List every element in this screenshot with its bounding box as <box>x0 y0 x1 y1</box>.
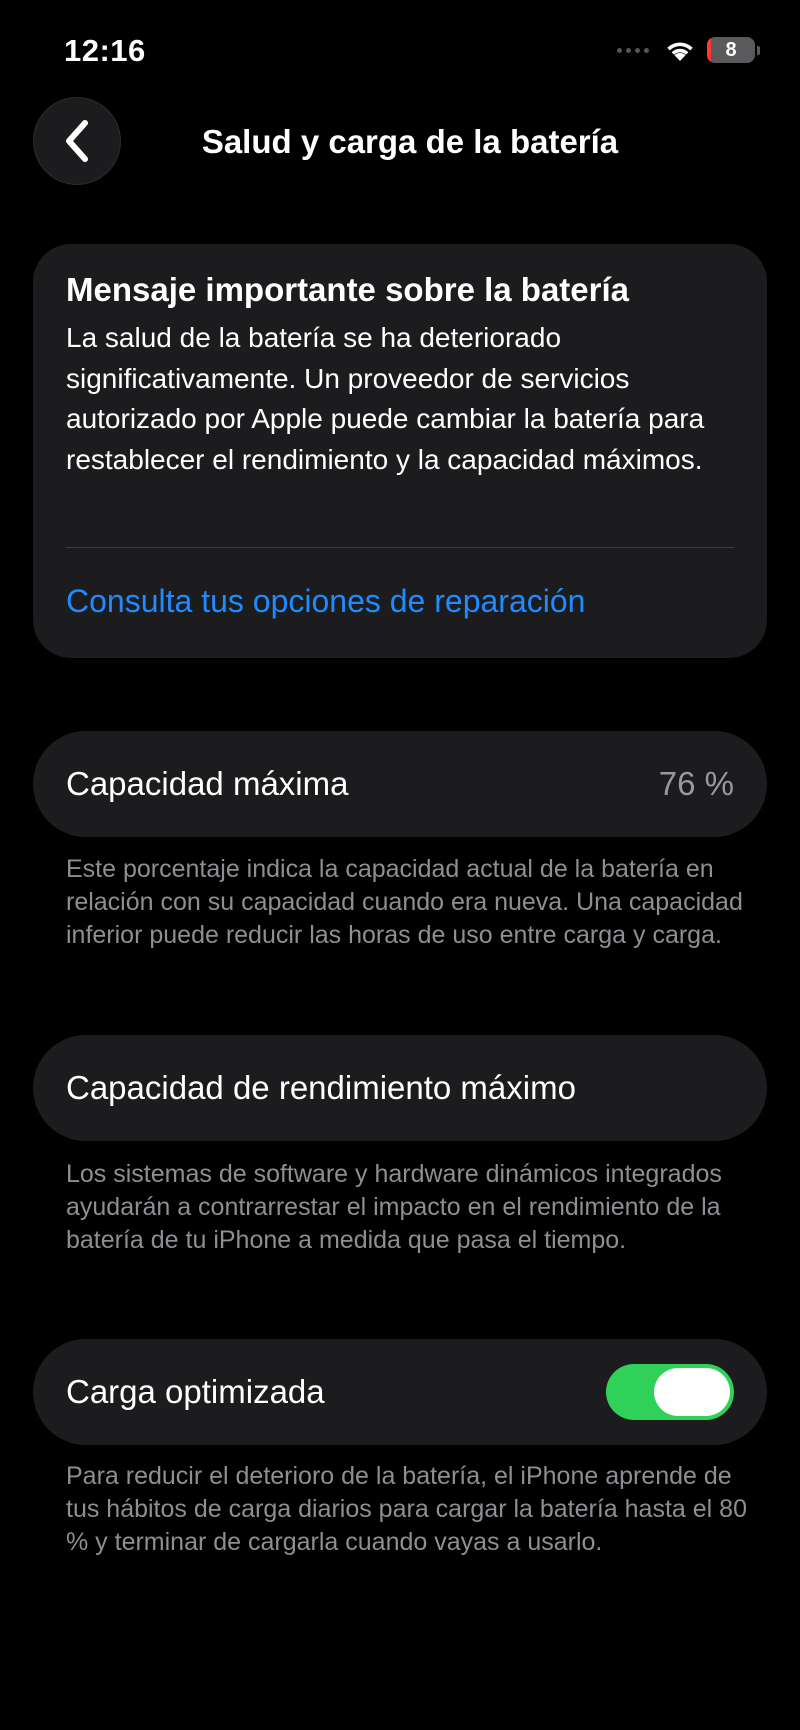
peak-performance-footnote: Los sistemas de software y hardware diná… <box>66 1160 722 1254</box>
status-indicators: 8 <box>617 34 760 66</box>
status-bar: 12:16 8 <box>0 0 800 100</box>
back-button[interactable] <box>33 97 121 185</box>
chevron-left-icon <box>66 120 88 162</box>
status-time: 12:16 <box>64 33 146 68</box>
repair-options-link[interactable]: Consulta tus opciones de reparación <box>66 579 585 623</box>
max-capacity-label: Capacidad máxima <box>66 765 349 802</box>
optimized-charging-toggle[interactable] <box>606 1364 734 1420</box>
cellular-dots-icon <box>617 47 649 53</box>
wifi-icon <box>667 42 693 61</box>
alert-divider <box>66 547 734 548</box>
page-title: Salud y carga de la batería <box>201 123 619 160</box>
max-capacity-row: Capacidad máxima 76 % <box>33 731 767 837</box>
alert-title: Mensaje importante sobre la batería <box>66 271 630 308</box>
battery-alert-card: Mensaje importante sobre la batería La s… <box>33 244 767 658</box>
max-capacity-value: 76 % <box>658 765 734 802</box>
peak-performance-label: Capacidad de rendimiento máximo <box>66 1069 576 1106</box>
optimized-charging-row: Carga optimizada <box>33 1339 767 1445</box>
battery-icon: 8 <box>707 37 760 63</box>
battery-fill <box>707 37 711 63</box>
alert-body: La salud de la batería se ha deteriorado… <box>66 322 705 475</box>
toggle-knob <box>654 1368 730 1416</box>
optimized-charging-footnote: Para reducir el deterioro de la batería,… <box>66 1462 747 1556</box>
max-capacity-footnote: Este porcentaje indica la capacidad actu… <box>66 855 743 949</box>
peak-performance-row: Capacidad de rendimiento máximo <box>33 1035 767 1141</box>
home-indicator-area <box>0 1700 800 1730</box>
battery-level: 8 <box>725 39 737 61</box>
optimized-charging-label: Carga optimizada <box>66 1373 325 1410</box>
